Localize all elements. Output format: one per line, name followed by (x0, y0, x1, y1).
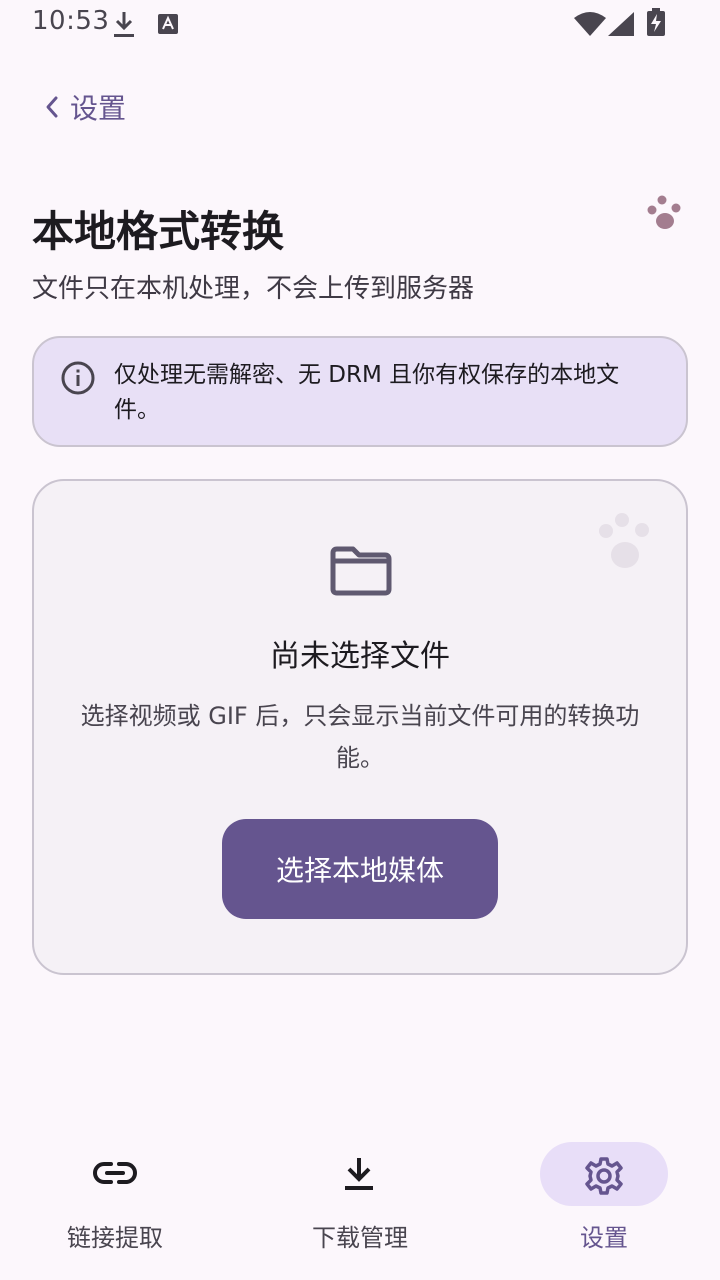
notice-banner: 仅处理无需解密、无 DRM 且你有权保存的本地文件。 (32, 336, 688, 447)
signal-icon (608, 12, 634, 36)
empty-state-title: 尚未选择文件 (270, 639, 450, 674)
nav-label: 下载管理 (312, 1224, 408, 1252)
nav-label: 设置 (580, 1224, 628, 1252)
empty-state-description: 选择视频或 GIF 后，只会显示当前文件可用的转换功能。 (80, 702, 640, 772)
status-time: 10:53 (32, 6, 110, 36)
back-label: 设置 (70, 92, 127, 125)
download-icon (114, 12, 134, 37)
page-title: 本地格式转换 (32, 207, 285, 256)
notice-text: 仅处理无需解密、无 DRM 且你有权保存的本地文件。 (114, 362, 620, 423)
info-icon (61, 361, 95, 395)
wifi-icon (574, 12, 606, 36)
folder-icon (330, 546, 392, 596)
file-picker-card: 尚未选择文件 选择视频或 GIF 后，只会显示当前文件可用的转换功能。 选择本地… (32, 479, 688, 975)
nav-label: 链接提取 (67, 1224, 163, 1252)
page-subtitle: 文件只在本机处理，不会上传到服务器 (32, 274, 475, 304)
select-local-media-button[interactable]: 选择本地媒体 (222, 819, 498, 919)
back-button[interactable]: 设置 (44, 84, 134, 130)
nav-item-settings[interactable]: 设置 (488, 1130, 720, 1280)
a-notification-icon (158, 14, 178, 34)
status-bar: 10:53 (0, 0, 720, 48)
paw-icon (647, 195, 681, 229)
nav-item-download-manager[interactable]: 下载管理 (244, 1130, 484, 1280)
gear-icon (585, 1157, 623, 1195)
nav-item-link-extract[interactable]: 链接提取 (0, 1130, 240, 1280)
download-icon (345, 1158, 373, 1190)
bottom-navigation: 链接提取 下载管理 设置 (0, 1130, 720, 1280)
link-icon (93, 1162, 137, 1184)
paw-watermark-icon (599, 513, 649, 568)
chevron-left-icon (46, 96, 58, 118)
battery-charging-icon (647, 8, 665, 36)
